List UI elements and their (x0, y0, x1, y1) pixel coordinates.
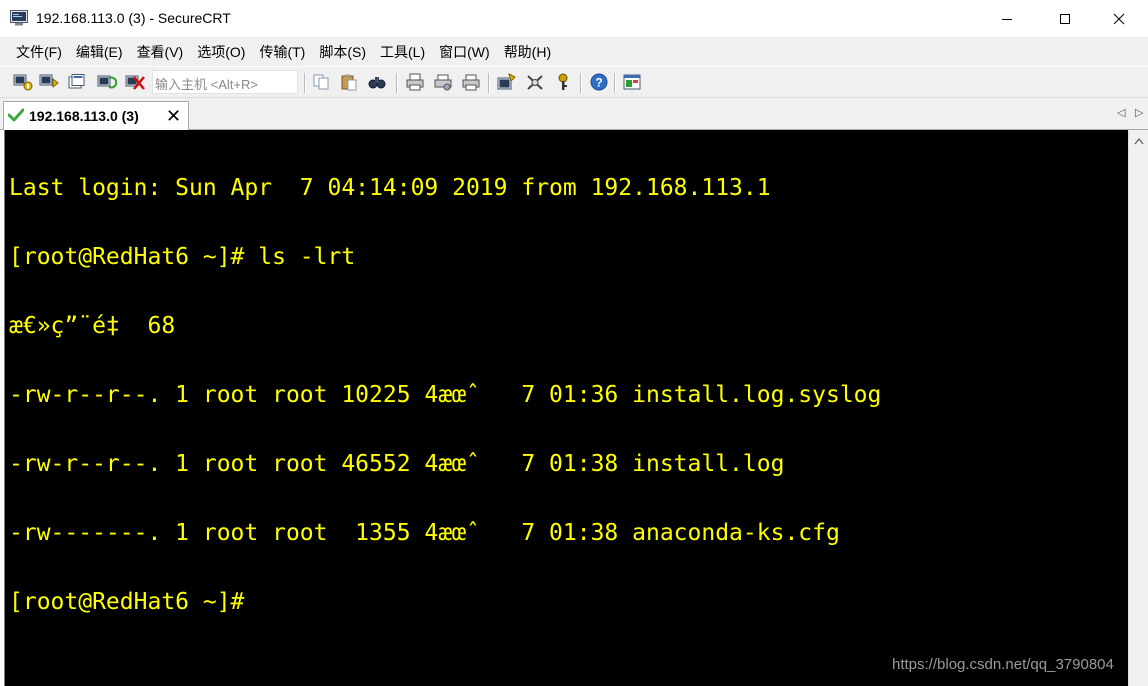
watermark-text: https://blog.csdn.net/qq_3790804 (892, 656, 1114, 673)
connect-icon (13, 74, 33, 91)
quick-connect-button[interactable] (38, 72, 60, 92)
toolbar-separator (304, 73, 306, 93)
minimize-icon (1002, 19, 1012, 20)
session-tab-bar: 192.168.113.0 (3) ✕ ◁ ▷ (0, 98, 1148, 130)
reconnect-button[interactable] (96, 72, 118, 92)
menu-help[interactable]: 帮助(H) (497, 42, 558, 62)
session-options-button[interactable] (496, 72, 518, 92)
disconnect-button[interactable] (124, 72, 146, 92)
minimize-button[interactable] (984, 0, 1030, 38)
keymap-icon (558, 73, 568, 90)
copy-button[interactable] (310, 72, 332, 92)
terminal-line: -rw-r--r--. 1 root root 10225 4æœˆ 7 01:… (9, 382, 882, 408)
reconnect-icon (97, 75, 117, 89)
close-icon (1113, 13, 1125, 25)
connect-button[interactable] (12, 72, 34, 92)
quick-connect-input[interactable]: 输入主机 <Alt+R> (152, 70, 298, 94)
securecrt-app-icon (10, 10, 28, 26)
tab-label: 192.168.113.0 (3) (29, 108, 139, 124)
tab-scroll-left-icon[interactable]: ◁ (1117, 106, 1125, 119)
find-icon (368, 77, 386, 89)
print-selection-icon (462, 74, 480, 91)
help-button[interactable]: ? (588, 72, 610, 92)
window-title: 192.168.113.0 (3) - SecureCRT (36, 10, 231, 26)
toolbar-separator (396, 73, 398, 93)
terminal-line: -rw-------. 1 root root 1355 4æœˆ 7 01:3… (9, 520, 840, 546)
terminal-line: -rw-r--r--. 1 root root 46552 4æœˆ 7 01:… (9, 451, 785, 477)
keymap-button[interactable] (552, 72, 574, 92)
title-bar: 192.168.113.0 (3) - SecureCRT (0, 0, 1148, 38)
terminal-line: [root@RedHat6 ~]# ls -lrt (9, 244, 356, 270)
print-selection-button[interactable] (460, 72, 482, 92)
terminal-output: Last login: Sun Apr 7 04:14:09 2019 from… (9, 131, 881, 660)
tab-close-icon[interactable]: ✕ (166, 106, 181, 127)
menu-file[interactable]: 文件(F) (9, 42, 69, 62)
connected-check-icon (8, 108, 24, 122)
menu-transfer[interactable]: 传输(T) (252, 42, 312, 62)
print-button[interactable] (404, 72, 426, 92)
paste-button[interactable] (338, 72, 360, 92)
find-button[interactable] (366, 72, 388, 92)
maximize-icon (1060, 14, 1070, 24)
help-icon: ? (590, 73, 608, 91)
close-button[interactable] (1096, 0, 1142, 38)
disconnect-icon (125, 75, 145, 90)
global-options-icon (527, 75, 543, 90)
menu-view[interactable]: 查看(V) (130, 42, 191, 62)
print-icon (406, 73, 424, 91)
maximize-button[interactable] (1042, 0, 1088, 38)
menu-tools[interactable]: 工具(L) (373, 42, 432, 62)
global-options-button[interactable] (524, 72, 546, 92)
toolbar: 输入主机 <Alt+R> ? (0, 66, 1148, 98)
tab-scroll-right-icon[interactable]: ▷ (1135, 106, 1143, 119)
sftp-button[interactable] (622, 72, 644, 92)
session-options-icon (497, 73, 516, 90)
tab-session[interactable]: 192.168.113.0 (3) ✕ (3, 101, 189, 130)
connect-tab-icon (68, 74, 85, 89)
toolbar-separator (580, 73, 582, 93)
terminal-prompt-line: [root@RedHat6 ~]# (9, 589, 245, 615)
menu-edit[interactable]: 编辑(E) (69, 42, 130, 62)
toolbar-separator (614, 73, 616, 93)
copy-icon (313, 74, 329, 90)
menu-script[interactable]: 脚本(S) (312, 42, 373, 62)
toolbar-separator (488, 73, 490, 93)
print-setup-button[interactable] (432, 72, 454, 92)
sftp-icon (623, 74, 641, 90)
menu-bar: 文件(F) 编辑(E) 查看(V) 选项(O) 传输(T) 脚本(S) 工具(L… (0, 38, 1148, 66)
terminal-view[interactable]: Last login: Sun Apr 7 04:14:09 2019 from… (4, 130, 1128, 686)
paste-icon (341, 74, 357, 91)
terminal-line: Last login: Sun Apr 7 04:14:09 2019 from… (9, 175, 771, 201)
print-setup-icon (434, 74, 452, 91)
svg-text:?: ? (595, 76, 602, 90)
terminal-line: æ€»ç”¨é‡ 68 (9, 313, 176, 339)
menu-window[interactable]: 窗口(W) (432, 42, 497, 62)
menu-options[interactable]: 选项(O) (190, 42, 252, 62)
connect-tab-button[interactable] (66, 72, 88, 92)
vertical-scrollbar[interactable] (1128, 130, 1148, 686)
scroll-up-icon[interactable] (1129, 132, 1148, 150)
quick-connect-icon (39, 74, 59, 89)
